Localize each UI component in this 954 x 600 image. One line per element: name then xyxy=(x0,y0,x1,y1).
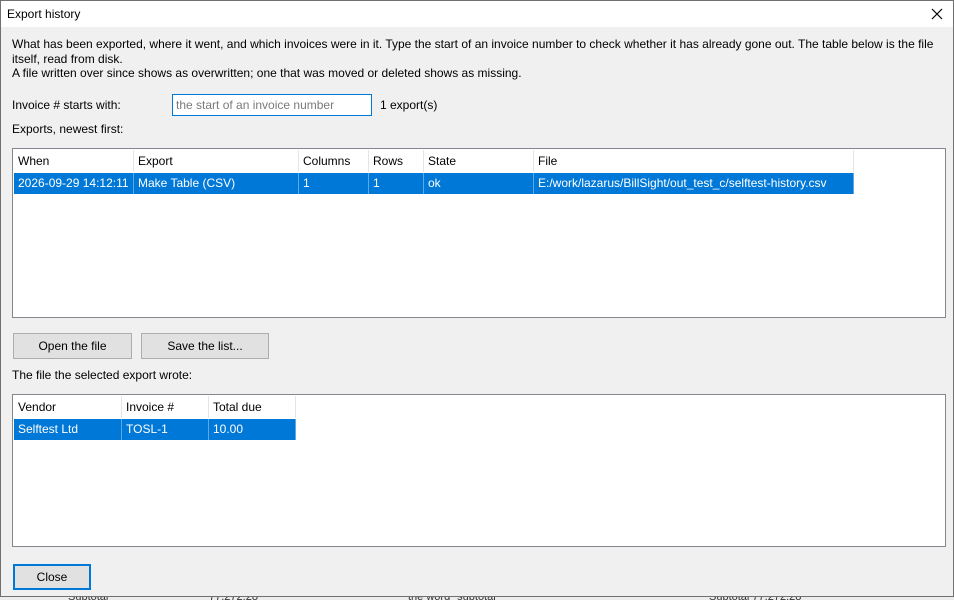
exports-table-header: When Export Columns Rows State File xyxy=(14,150,854,172)
close-icon xyxy=(931,8,943,20)
cell-columns: 1 xyxy=(299,173,369,194)
description-line: What has been exported, where it went, a… xyxy=(12,37,934,66)
exports-list-label: Exports, newest first: xyxy=(12,122,124,136)
close-window-button[interactable] xyxy=(921,1,953,27)
file-contents-table[interactable]: Vendor Invoice # Total due Selftest Ltd … xyxy=(12,394,946,547)
file-contents-label: The file the selected export wrote: xyxy=(12,368,193,382)
column-header-export[interactable]: Export xyxy=(134,150,299,172)
cell-invoice: TOSL-1 xyxy=(122,419,209,440)
close-button[interactable]: Close xyxy=(13,564,91,590)
table-row[interactable]: Selftest Ltd TOSL-1 10.00 xyxy=(14,419,296,440)
invoice-filter-label: Invoice # starts with: xyxy=(12,98,121,112)
open-file-button[interactable]: Open the file xyxy=(13,333,132,359)
table-row[interactable]: 2026-09-29 14:12:11 Make Table (CSV) 1 1… xyxy=(14,173,854,194)
description-line: A file written over since shows as overw… xyxy=(12,66,522,80)
cell-file: E:/work/lazarus/BillSight/out_test_c/sel… xyxy=(534,173,854,194)
column-header-vendor[interactable]: Vendor xyxy=(14,396,122,418)
cell-when: 2026-09-29 14:12:11 xyxy=(14,173,134,194)
cell-vendor: Selftest Ltd xyxy=(14,419,122,440)
column-header-when[interactable]: When xyxy=(14,150,134,172)
cell-total-due: 10.00 xyxy=(209,419,296,440)
column-header-file[interactable]: File xyxy=(534,150,854,172)
file-contents-header: Vendor Invoice # Total due xyxy=(14,396,296,418)
column-header-invoice[interactable]: Invoice # xyxy=(122,396,209,418)
title-bar: Export history xyxy=(1,1,953,27)
column-header-columns[interactable]: Columns xyxy=(299,150,369,172)
export-count: 1 export(s) xyxy=(380,98,438,112)
column-header-state[interactable]: State xyxy=(424,150,534,172)
description: What has been exported, where it went, a… xyxy=(12,37,942,81)
cell-state: ok xyxy=(424,173,534,194)
column-header-rows[interactable]: Rows xyxy=(369,150,424,172)
cell-rows: 1 xyxy=(369,173,424,194)
exports-table[interactable]: When Export Columns Rows State File 2026… xyxy=(12,148,946,318)
window-title: Export history xyxy=(7,7,81,21)
save-list-button[interactable]: Save the list... xyxy=(141,333,269,359)
column-header-total-due[interactable]: Total due xyxy=(209,396,296,418)
cell-export: Make Table (CSV) xyxy=(134,173,299,194)
export-history-dialog: Export history What has been exported, w… xyxy=(0,0,954,597)
invoice-filter-input[interactable] xyxy=(172,94,372,116)
